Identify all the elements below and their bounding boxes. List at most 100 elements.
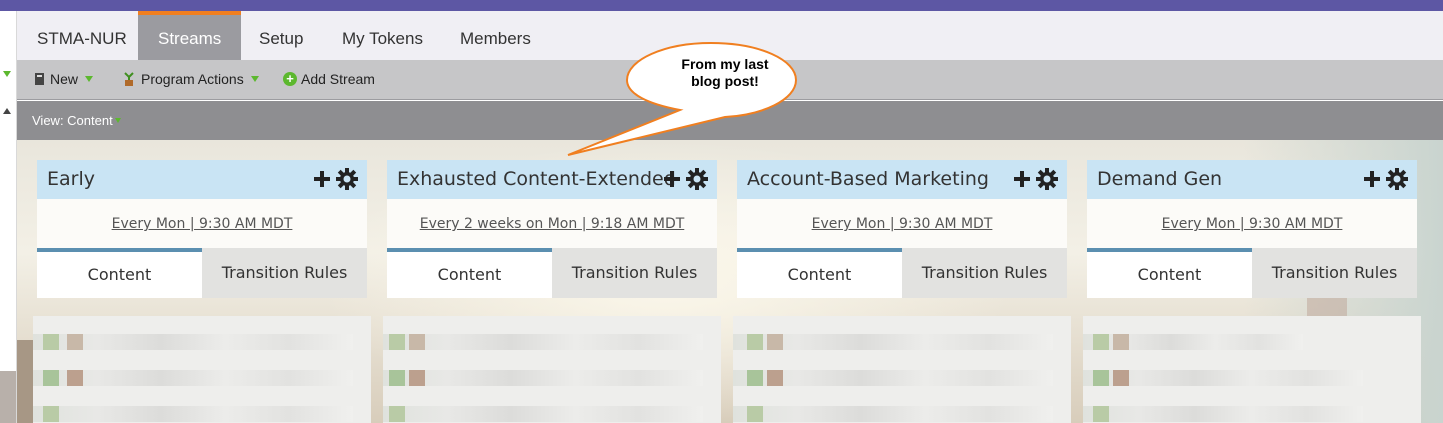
brand-bar <box>0 0 1443 11</box>
stream-tabs: Content Transition Rules <box>1087 248 1417 298</box>
callout-line: blog post! <box>691 73 759 89</box>
view-label: View: Content <box>32 113 113 128</box>
stream-schedule: Every Mon | 9:30 AM MDT <box>1087 199 1417 248</box>
stream-tabs: Content Transition Rules <box>387 248 717 298</box>
stream-card: Exhausted Content-Extended Every 2 weeks… <box>383 160 721 423</box>
callout-text: From my last blog post! <box>640 56 810 90</box>
stream-card: Account-Based Marketing Every Mon | 9:30… <box>733 160 1071 423</box>
list-item[interactable] <box>383 370 703 386</box>
dropdown-caret-icon <box>250 76 259 82</box>
add-stream-label: Add Stream <box>301 71 375 87</box>
item-thumbnail <box>43 334 59 350</box>
stream-content-list <box>33 316 371 423</box>
stream-schedule: Every Mon | 9:30 AM MDT <box>737 199 1067 248</box>
list-item[interactable] <box>383 406 703 422</box>
tab-content[interactable]: Content <box>387 248 552 298</box>
stream-title: Early <box>47 168 95 190</box>
item-thumbnail <box>389 406 405 422</box>
item-thumbnail <box>1113 370 1129 386</box>
item-thumbnail <box>1093 334 1109 350</box>
expand-arrow-icon[interactable] <box>3 71 11 77</box>
item-thumbnail <box>43 370 59 386</box>
add-circle-icon: + <box>283 72 297 86</box>
gear-icon[interactable] <box>335 167 359 191</box>
stream-header: Account-Based Marketing <box>737 160 1067 199</box>
item-thumbnail <box>389 370 405 386</box>
add-icon[interactable] <box>1361 168 1383 190</box>
item-thumbnail <box>747 334 763 350</box>
left-strip <box>0 371 16 423</box>
stream-schedule: Every 2 weeks on Mon | 9:18 AM MDT <box>387 199 717 248</box>
gear-icon[interactable] <box>1035 167 1059 191</box>
callout-line: From my last <box>681 56 769 72</box>
list-item[interactable] <box>383 334 703 350</box>
item-thumbnail <box>43 406 59 422</box>
add-icon[interactable] <box>661 168 683 190</box>
schedule-link[interactable]: Every Mon | 9:30 AM MDT <box>812 216 993 232</box>
stream-tabs: Content Transition Rules <box>37 248 367 298</box>
item-thumbnail <box>1093 370 1109 386</box>
stream-content-list <box>733 316 1071 423</box>
tab-members[interactable]: Members <box>440 11 551 60</box>
item-thumbnail <box>409 334 425 350</box>
stream-board: Early Every Mon | 9:30 AM MDT Content Tr… <box>17 140 1443 423</box>
add-icon[interactable] <box>311 168 333 190</box>
add-icon[interactable] <box>1011 168 1033 190</box>
new-icon <box>35 73 44 85</box>
tab-content[interactable]: Content <box>737 248 902 298</box>
schedule-link[interactable]: Every Mon | 9:30 AM MDT <box>1162 216 1343 232</box>
stream-card: Early Every Mon | 9:30 AM MDT Content Tr… <box>33 160 371 423</box>
stream-title: Demand Gen <box>1097 168 1223 190</box>
tab-content[interactable]: Content <box>37 248 202 298</box>
tab-transition-rules[interactable]: Transition Rules <box>1252 248 1417 298</box>
dropdown-caret-icon <box>114 118 121 123</box>
new-label: New <box>50 71 79 87</box>
item-thumbnail <box>1113 334 1129 350</box>
view-selector[interactable]: View: Content <box>32 113 121 128</box>
list-item[interactable] <box>33 406 353 422</box>
tab-content[interactable]: Content <box>1087 248 1252 298</box>
tab-streams[interactable]: Streams <box>138 11 242 60</box>
new-button[interactable]: New <box>34 71 94 87</box>
item-thumbnail <box>1093 406 1109 422</box>
stream-tabs: Content Transition Rules <box>737 248 1067 298</box>
tab-transition-rules[interactable]: Transition Rules <box>902 248 1067 298</box>
stream-title: Account-Based Marketing <box>747 168 989 190</box>
plant-icon <box>124 72 134 86</box>
item-thumbnail <box>747 406 763 422</box>
gear-icon[interactable] <box>1385 167 1409 191</box>
program-actions-button[interactable]: Program Actions <box>121 71 259 87</box>
program-actions-label: Program Actions <box>141 71 244 87</box>
item-thumbnail <box>747 370 763 386</box>
item-thumbnail <box>767 370 783 386</box>
tab-setup[interactable]: Setup <box>239 11 323 60</box>
tab-stma-nur[interactable]: STMA-NUR <box>17 11 147 60</box>
item-thumbnail <box>409 370 425 386</box>
stream-card: Demand Gen Every Mon | 9:30 AM MDT Conte… <box>1083 160 1421 423</box>
program-tab-bar: STMA-NUR Streams Setup My Tokens Members <box>17 11 1443 60</box>
tab-transition-rules[interactable]: Transition Rules <box>552 248 717 298</box>
stream-title: Exhausted Content-Extended <box>397 168 676 190</box>
add-stream-button[interactable]: + Add Stream <box>283 71 375 87</box>
item-thumbnail <box>67 370 83 386</box>
stream-header: Demand Gen <box>1087 160 1417 199</box>
view-bar: View: Content <box>17 101 1443 140</box>
gear-icon[interactable] <box>685 167 709 191</box>
list-item[interactable] <box>733 406 1053 422</box>
stream-header: Exhausted Content-Extended <box>387 160 717 199</box>
list-item[interactable] <box>1083 406 1363 422</box>
item-thumbnail <box>67 334 83 350</box>
stream-header: Early <box>37 160 367 199</box>
left-gutter <box>0 11 17 423</box>
dropdown-caret-icon <box>85 76 94 82</box>
stream-content-list <box>1083 316 1421 423</box>
stream-content-list <box>383 316 721 423</box>
collapse-arrow-icon[interactable] <box>3 108 11 114</box>
tab-transition-rules[interactable]: Transition Rules <box>202 248 367 298</box>
item-thumbnail <box>389 334 405 350</box>
item-thumbnail <box>767 334 783 350</box>
tab-my-tokens[interactable]: My Tokens <box>322 11 443 60</box>
schedule-link[interactable]: Every Mon | 9:30 AM MDT <box>112 216 293 232</box>
schedule-link[interactable]: Every 2 weeks on Mon | 9:18 AM MDT <box>420 216 685 232</box>
stream-schedule: Every Mon | 9:30 AM MDT <box>37 199 367 248</box>
